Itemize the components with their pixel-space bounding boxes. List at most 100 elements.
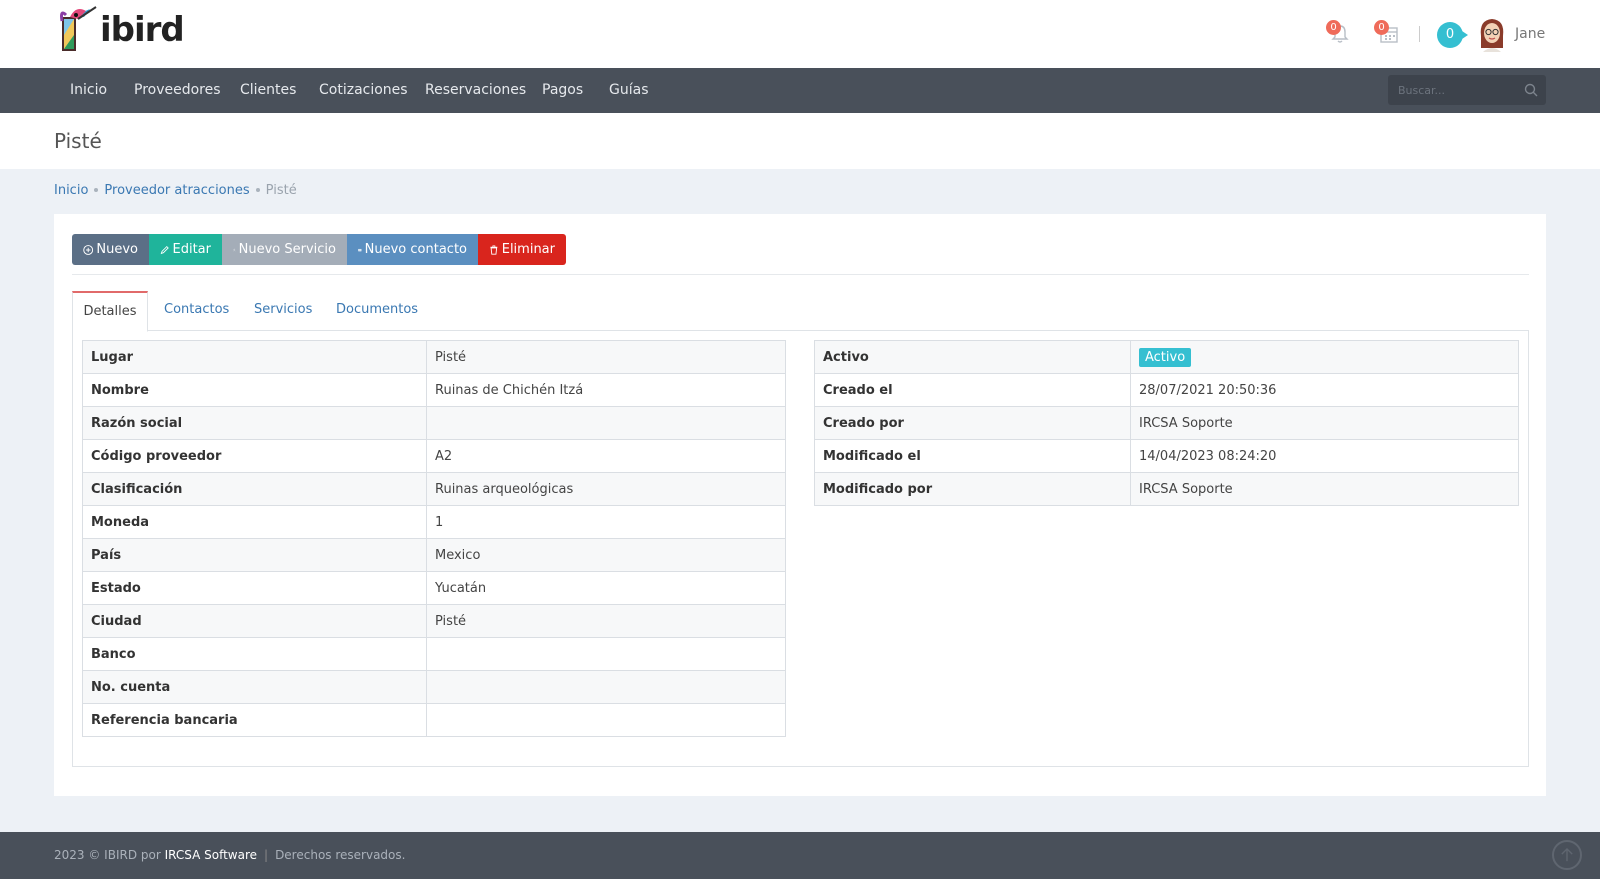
detail-value: Ruinas arqueológicas (426, 472, 786, 506)
detail-value (426, 670, 786, 704)
footer-company-link[interactable]: IRCSA Software (165, 848, 257, 862)
table-row: Referencia bancaria (82, 703, 786, 737)
nuevo-button-label: Nuevo (96, 242, 138, 257)
tab-contactos[interactable]: Contactos (164, 291, 229, 331)
table-row: Nombre Ruinas de Chichén Itzá (82, 373, 786, 407)
logo-text: ibird (100, 10, 185, 50)
tab-documentos[interactable]: Documentos (336, 291, 418, 331)
detail-key: Activo (814, 340, 1131, 374)
page-title: Pisté (54, 129, 102, 153)
table-row: Modificado por IRCSA Soporte (814, 472, 1519, 506)
provider-details-table: Lugar Pisté Nombre Ruinas de Chichén Itzá … (82, 340, 786, 737)
table-row: País Mexico (82, 538, 786, 572)
search-box (1388, 75, 1546, 105)
main-nav: Inicio Proveedores Clientes Cotizaciones… (0, 68, 1600, 113)
nuevo-servicio-button[interactable]: Nuevo Servicio (222, 234, 347, 265)
footer-copyright: 2023 © IBIRD por (54, 848, 161, 862)
table-row: Creado por IRCSA Soporte (814, 406, 1519, 440)
breadcrumb-proveedor-atracciones[interactable]: Proveedor atracciones (104, 183, 249, 198)
table-row: Razón social (82, 406, 786, 440)
detail-value: IRCSA Soporte (1130, 472, 1519, 506)
detail-key: País (82, 538, 427, 572)
notifications-count-badge: 0 (1326, 20, 1341, 35)
scroll-to-top-icon[interactable] (1552, 840, 1582, 870)
header-divider (1419, 26, 1420, 42)
nuevo-button[interactable]: Nuevo (72, 234, 149, 265)
user-icon (233, 248, 236, 251)
detail-value: Pisté (426, 604, 786, 638)
table-row: Activo Activo (814, 340, 1519, 374)
detail-key: Clasificación (82, 472, 427, 506)
editar-button[interactable]: Editar (149, 234, 222, 265)
table-row: No. cuenta (82, 670, 786, 704)
footer-separator: | (264, 848, 269, 862)
detail-value (426, 703, 786, 737)
detail-key: Lugar (82, 340, 427, 374)
detail-value: A2 (426, 439, 786, 473)
detail-key: Modificado el (814, 439, 1131, 473)
audit-details-table: Activo Activo Creado el 28/07/2021 20:50:3… (814, 340, 1519, 506)
chat-count-badge[interactable]: 0 (1437, 22, 1468, 48)
detail-key: Banco (82, 637, 427, 671)
detail-value (426, 637, 786, 671)
nav-item-pagos[interactable]: Pagos (542, 68, 583, 113)
toolbar-divider (72, 274, 1529, 275)
tab-servicios[interactable]: Servicios (254, 291, 312, 331)
table-row: Código proveedor A2 (82, 439, 786, 473)
detail-value: 1 (426, 505, 786, 539)
top-header: ibird 0 0 0 Jane (0, 0, 1600, 68)
detail-key: Creado por (814, 406, 1131, 440)
detail-key: Creado el (814, 373, 1131, 407)
footer-rights: Derechos reservados. (275, 848, 406, 862)
table-row: Clasificación Ruinas arqueológicas (82, 472, 786, 506)
plus-circle-icon (83, 244, 94, 255)
user-name[interactable]: Jane (1515, 26, 1545, 42)
detail-tabs: Detalles Contactos Servicios Documentos (72, 291, 1529, 332)
breadcrumb-inicio[interactable]: Inicio (54, 183, 88, 198)
breadcrumb-separator (255, 187, 260, 192)
nav-item-guias[interactable]: Guías (609, 68, 648, 113)
detail-card: Nuevo Editar Nuevo Servicio Nuevo contac… (54, 214, 1546, 796)
detail-value: Ruinas de Chichén Itzá (426, 373, 786, 407)
table-row: Banco (82, 637, 786, 671)
search-icon[interactable] (1524, 83, 1538, 97)
detail-key: Estado (82, 571, 427, 605)
nuevo-contacto-button[interactable]: Nuevo contacto (347, 234, 478, 265)
detail-value: IRCSA Soporte (1130, 406, 1519, 440)
address-card-icon (358, 248, 362, 251)
detail-key: Razón social (82, 406, 427, 440)
status-badge: Activo (1139, 347, 1192, 367)
detail-key: No. cuenta (82, 670, 427, 704)
detail-key: Nombre (82, 373, 427, 407)
table-row: Moneda 1 (82, 505, 786, 539)
page-footer: 2023 © IBIRD por IRCSA Software | Derechos… (0, 832, 1600, 879)
table-row: Estado Yucatán (82, 571, 786, 605)
nuevo-servicio-button-label: Nuevo Servicio (238, 242, 336, 257)
detail-value: 28/07/2021 20:50:36 (1130, 373, 1519, 407)
footer-text: 2023 © IBIRD por IRCSA Software | Derechos… (54, 848, 405, 862)
ibird-logo[interactable]: ibird (56, 4, 185, 56)
eliminar-button[interactable]: Eliminar (478, 234, 566, 265)
detail-value: Yucatán (426, 571, 786, 605)
search-input[interactable] (1388, 75, 1518, 105)
user-avatar[interactable] (1477, 16, 1507, 52)
detail-key: Referencia bancaria (82, 703, 427, 737)
detail-value: Pisté (426, 340, 786, 374)
table-row: Lugar Pisté (82, 340, 786, 374)
nav-item-proveedores[interactable]: Proveedores (134, 68, 221, 113)
nav-item-cotizaciones[interactable]: Cotizaciones (319, 68, 408, 113)
detail-value: Mexico (426, 538, 786, 572)
table-row: Ciudad Pisté (82, 604, 786, 638)
detail-key: Moneda (82, 505, 427, 539)
breadcrumb: Inicio Proveedor atracciones Pisté (54, 183, 297, 198)
table-row: Creado el 28/07/2021 20:50:36 (814, 373, 1519, 407)
tab-detalles[interactable]: Detalles (72, 291, 148, 332)
editar-button-label: Editar (172, 242, 212, 257)
nav-item-inicio[interactable]: Inicio (70, 68, 107, 113)
action-toolbar: Nuevo Editar Nuevo Servicio Nuevo contac… (72, 234, 566, 265)
nav-item-clientes[interactable]: Clientes (240, 68, 296, 113)
table-row: Modificado el 14/04/2023 08:24:20 (814, 439, 1519, 473)
nav-item-reservaciones[interactable]: Reservaciones (425, 68, 526, 113)
detail-value (426, 406, 786, 440)
detail-key: Modificado por (814, 472, 1131, 506)
